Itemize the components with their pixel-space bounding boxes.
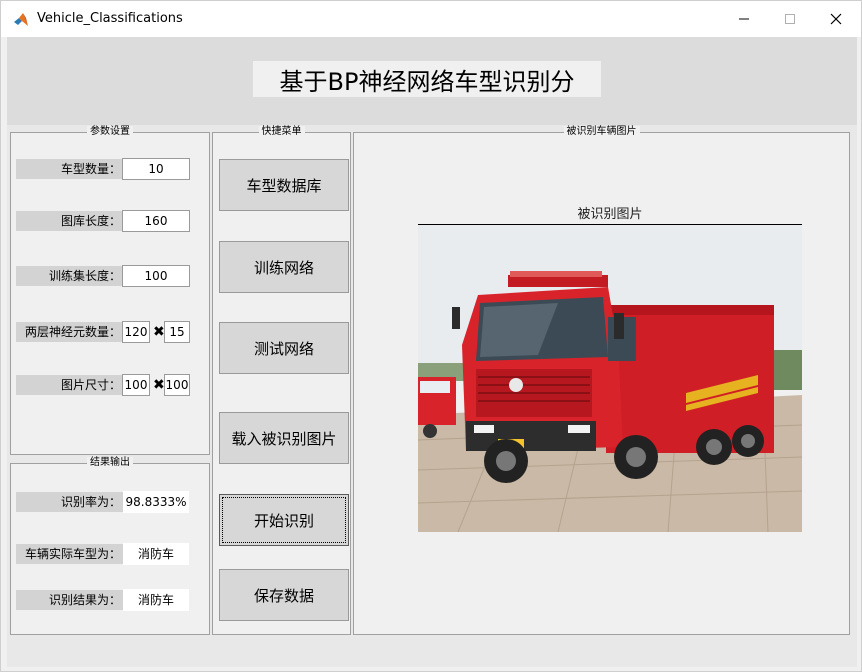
axes-title: 被识别图片 — [577, 207, 643, 222]
class-count-label: 车型数量： — [16, 159, 123, 179]
actual-type-value: 消防车 — [123, 543, 189, 565]
times-icon: ✖ — [153, 324, 165, 340]
database-button[interactable]: 车型数据库 — [219, 159, 349, 211]
menu-panel-title: 快捷菜单 — [258, 126, 305, 137]
params-panel-title: 参数设置 — [87, 126, 133, 137]
save-data-button[interactable]: 保存数据 — [219, 569, 349, 621]
close-button[interactable] — [813, 1, 859, 37]
start-recognition-button[interactable]: 开始识别 — [219, 494, 349, 546]
library-length-input[interactable]: 160 — [122, 210, 190, 232]
maximize-button[interactable] — [767, 1, 813, 37]
image-width-input[interactable]: 100 — [122, 374, 150, 396]
load-image-button[interactable]: 载入被识别图片 — [219, 412, 349, 464]
neurons-label: 两层神经元数量： — [16, 322, 123, 342]
image-height-input[interactable]: 100 — [164, 374, 190, 396]
results-panel: 结果输出 识别率为： 98.8333% 车辆实际车型为： 消防车 识别结果为： … — [10, 457, 210, 635]
main-title: 基于BP神经网络车型识别分 — [253, 61, 601, 97]
class-count-input[interactable]: 10 — [122, 158, 190, 180]
menu-panel: 快捷菜单 车型数据库 训练网络 测试网络 载入被识别图片 开始识别 保存数据 — [212, 126, 351, 635]
image-panel: 被识别车辆图片 被识别图片 — [353, 126, 850, 635]
neurons-layer2-input[interactable]: 15 — [164, 321, 190, 343]
times-icon: ✖ — [153, 377, 165, 393]
matlab-logo-icon — [14, 13, 28, 26]
maximize-icon — [785, 14, 795, 24]
title-bar: Vehicle_Classifications — [1, 1, 861, 37]
accuracy-label: 识别率为： — [16, 492, 123, 512]
neurons-layer1-input[interactable]: 120 — [122, 321, 150, 343]
accuracy-value: 98.8333% — [123, 491, 189, 513]
status-strip — [7, 637, 857, 667]
train-length-input[interactable]: 100 — [122, 265, 190, 287]
results-panel-title: 结果输出 — [87, 457, 133, 468]
params-panel: 参数设置 车型数量： 10 图库长度： 160 训练集长度： 100 两层神经元… — [10, 126, 210, 455]
image-size-label: 图片尺寸： — [16, 375, 123, 395]
train-length-label: 训练集长度： — [16, 266, 123, 286]
minimize-button[interactable] — [721, 1, 767, 37]
window-title: Vehicle_Classifications — [37, 11, 183, 26]
figure-area: 基于BP神经网络车型识别分 参数设置 车型数量： 10 图库长度： 160 训练… — [7, 37, 857, 667]
library-length-label: 图库长度： — [16, 211, 123, 231]
test-network-button[interactable]: 测试网络 — [219, 322, 349, 374]
result-label: 识别结果为： — [16, 590, 123, 610]
app-window: Vehicle_Classifications 基于BP神经网络车型识别分 参数… — [0, 0, 862, 672]
close-icon — [830, 13, 842, 25]
fire-truck-image — [418, 225, 802, 532]
minimize-icon — [739, 18, 749, 20]
header-band: 基于BP神经网络车型识别分 — [7, 37, 857, 125]
train-network-button[interactable]: 训练网络 — [219, 241, 349, 293]
actual-type-label: 车辆实际车型为： — [16, 544, 123, 564]
image-panel-title: 被识别车辆图片 — [563, 126, 640, 137]
result-value: 消防车 — [123, 589, 189, 611]
